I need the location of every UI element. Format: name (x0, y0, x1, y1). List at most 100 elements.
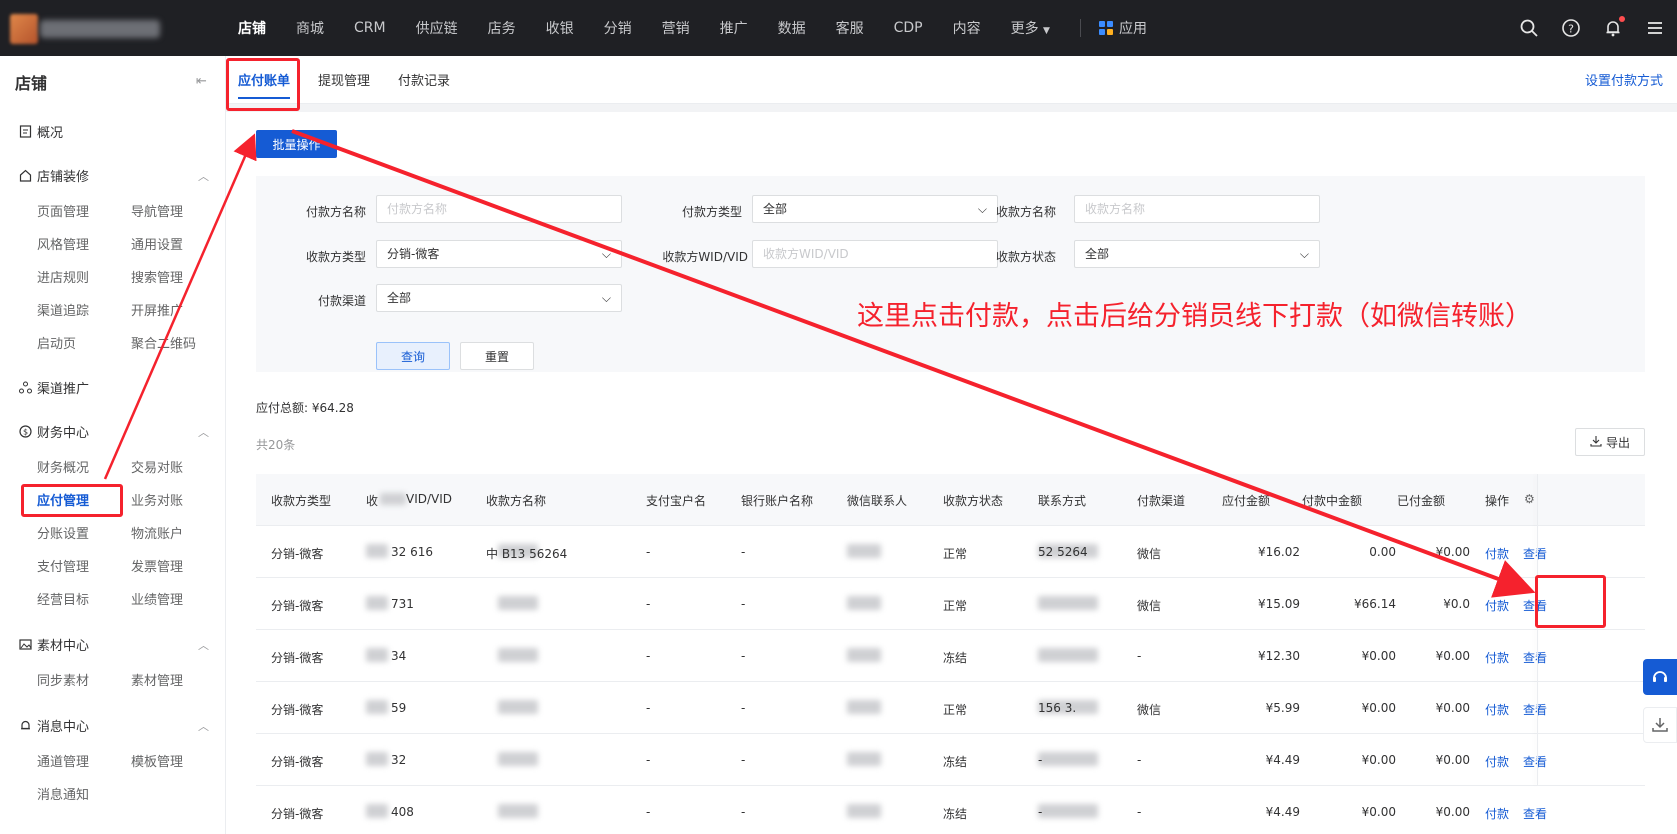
sidebar-item-logistics-account[interactable]: 物流账户 (131, 523, 183, 542)
download-icon[interactable] (1643, 707, 1677, 743)
sidebar-item-split-settings[interactable]: 分账设置 (37, 523, 89, 542)
cell-paying: ¥0.00 (1361, 649, 1396, 663)
settings-icon[interactable]: ⚙ (1524, 492, 1535, 506)
view-link[interactable]: 查看 (1523, 753, 1547, 770)
payee-type-select[interactable]: 分销-微客 ⌵ (376, 240, 622, 268)
nav-promotion[interactable]: 推广 (720, 18, 748, 38)
sidebar-item-splash-promo[interactable]: 开屏推广 (131, 300, 183, 319)
shop-logo[interactable] (10, 8, 185, 48)
col-wid-prefix: 收 (366, 494, 379, 508)
sidebar-item-style-manage[interactable]: 风格管理 (37, 234, 89, 253)
chevron-up-icon[interactable]: ︿ (198, 424, 209, 440)
help-icon[interactable]: ? (1561, 18, 1581, 38)
sidebar-item-sync-material[interactable]: 同步素材 (37, 670, 89, 689)
nav-distribution[interactable]: 分销 (604, 18, 632, 38)
view-link[interactable]: 查看 (1523, 597, 1547, 614)
record-count: 共20条 (256, 438, 296, 452)
cell-status: 冻结 (943, 651, 968, 665)
payee-status-select[interactable]: 全部 ⌵ (1074, 240, 1320, 268)
sidebar-item-business-goal[interactable]: 经营目标 (37, 589, 89, 608)
collapse-sidebar-icon[interactable]: ⇤ (196, 74, 207, 89)
sidebar-item-launch-page[interactable]: 启动页 (37, 333, 76, 352)
pay-link[interactable]: 付款 (1485, 545, 1509, 562)
sidebar-item-template-manage[interactable]: 模板管理 (131, 751, 183, 770)
sidebar-item-invoice-manage[interactable]: 发票管理 (131, 556, 183, 575)
pay-link[interactable]: 付款 (1485, 597, 1509, 614)
nav-supply-chain[interactable]: 供应链 (416, 18, 458, 38)
nav-more[interactable]: 更多 ▼ (1011, 18, 1050, 38)
reset-button[interactable]: 重置 (460, 342, 534, 370)
chevron-up-icon[interactable]: ︿ (198, 718, 209, 734)
sidebar-item-search-manage[interactable]: 搜索管理 (131, 267, 183, 286)
set-payment-method-link[interactable]: 设置付款方式 (1585, 70, 1663, 89)
nav-apps[interactable]: 应用 (1098, 18, 1147, 38)
payee-name-input[interactable] (1074, 195, 1320, 223)
sidebar-item-channel-track[interactable]: 渠道追踪 (37, 300, 89, 319)
sidebar-item-nav-manage[interactable]: 导航管理 (131, 201, 183, 220)
sidebar-group-message[interactable]: 消息中心 (18, 716, 89, 735)
shop-icon (18, 169, 32, 183)
batch-operation-button[interactable]: 批量操作 (256, 130, 337, 158)
nav-crm[interactable]: CRM (354, 20, 386, 36)
sidebar-item-payment-manage[interactable]: 支付管理 (37, 556, 89, 575)
search-icon[interactable] (1519, 18, 1539, 38)
nav-mall[interactable]: 商城 (296, 18, 324, 38)
sidebar-item-message-notice[interactable]: 消息通知 (37, 784, 89, 803)
nav-service[interactable]: 客服 (836, 18, 864, 38)
payer-name-input[interactable] (376, 195, 622, 223)
cell-bank: - (741, 545, 746, 559)
sidebar-item-overview[interactable]: 概况 (18, 122, 63, 141)
nav-content[interactable]: 内容 (953, 18, 981, 38)
sidebar-group-finance[interactable]: $ 财务中心 (18, 422, 89, 441)
cell-vid: 59 (391, 701, 407, 715)
sidebar-item-finance-overview[interactable]: 财务概况 (37, 457, 89, 476)
menu-icon[interactable] (1645, 18, 1665, 38)
sidebar-group-material[interactable]: 素材中心 (18, 635, 89, 654)
table-row: 分销-微客 59 - - 正常 156 3. 微信 ¥5.99 ¥0.00 ¥0.00 付款 查看 (256, 682, 1645, 734)
sidebar-item-material-manage[interactable]: 素材管理 (131, 670, 183, 689)
view-link[interactable]: 查看 (1523, 545, 1547, 562)
sidebar-item-entry-rules[interactable]: 进店规则 (37, 267, 89, 286)
sidebar-item-trade-reconcile[interactable]: 交易对账 (131, 457, 183, 476)
pay-link[interactable]: 付款 (1485, 649, 1509, 666)
cell-due: ¥4.49 (1265, 805, 1300, 819)
sidebar-item-payables[interactable]: 应付管理 (37, 490, 89, 509)
table-body: 分销-微客 32 616 中 B13 56264 - - 正常 52 5264 微信 ¥16.0… (256, 526, 1645, 834)
pay-channel-select[interactable]: 全部 ⌵ (376, 284, 622, 312)
pay-link[interactable]: 付款 (1485, 753, 1509, 770)
sidebar-item-channel-manage[interactable]: 通道管理 (37, 751, 89, 770)
filter-panel: 付款方名称 付款方类型 全部⌵ 收款方名称 收款方类型 分销-微客⌵ 收款方WI… (256, 176, 1645, 372)
sidebar-item-performance[interactable]: 业绩管理 (131, 589, 183, 608)
nav-cdp[interactable]: CDP (894, 20, 923, 36)
chevron-up-icon[interactable]: ︿ (198, 637, 209, 653)
query-button[interactable]: 查询 (376, 342, 450, 370)
export-button[interactable]: 导出 (1575, 428, 1645, 456)
col-wid-vid: VID/VID (406, 492, 453, 506)
tab-payment-records[interactable]: 付款记录 (398, 70, 450, 89)
bell-icon[interactable] (1603, 16, 1625, 38)
chevron-up-icon[interactable]: ︿ (198, 168, 209, 184)
view-link[interactable]: 查看 (1523, 649, 1547, 666)
tab-withdrawal[interactable]: 提现管理 (318, 70, 370, 89)
view-link[interactable]: 查看 (1523, 805, 1547, 822)
cell-paid: ¥0.00 (1435, 805, 1470, 819)
nav-cashier[interactable]: 收银 (546, 18, 574, 38)
nav-store-ops[interactable]: 店务 (488, 18, 516, 38)
sidebar-group-decor[interactable]: 店铺装修 (18, 166, 89, 185)
table-row: 分销-微客 32 - - 冻结 - - ¥4.49 ¥0.00 ¥0.00 付款 查看 (256, 734, 1645, 786)
pay-link[interactable]: 付款 (1485, 805, 1509, 822)
nav-data[interactable]: 数据 (778, 18, 806, 38)
tab-payables[interactable]: 应付账单 (238, 70, 290, 89)
image-icon (18, 638, 32, 652)
redacted-text (366, 752, 388, 766)
view-link[interactable]: 查看 (1523, 701, 1547, 718)
sidebar-item-business-reconcile[interactable]: 业务对账 (131, 490, 183, 509)
pay-link[interactable]: 付款 (1485, 701, 1509, 718)
nav-shop[interactable]: 店铺 (238, 18, 266, 38)
customer-service-icon[interactable] (1643, 659, 1677, 695)
sidebar-item-general-settings[interactable]: 通用设置 (131, 234, 183, 253)
sidebar-group-channel[interactable]: 渠道推广 (18, 378, 89, 397)
sidebar-item-aggregate-qr[interactable]: 聚合二维码 (131, 333, 196, 352)
nav-marketing[interactable]: 营销 (662, 18, 690, 38)
sidebar-item-page-manage[interactable]: 页面管理 (37, 201, 89, 220)
